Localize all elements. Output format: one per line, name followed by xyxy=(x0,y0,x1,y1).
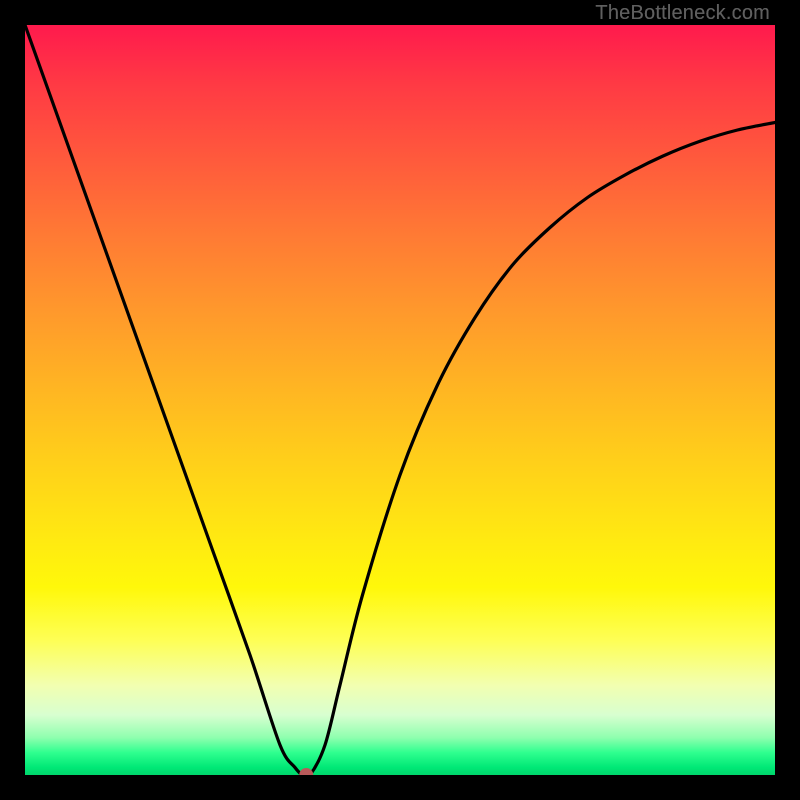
optimal-point-marker xyxy=(299,768,313,775)
chart-svg xyxy=(25,25,775,775)
border-bottom xyxy=(0,775,800,800)
watermark-text-overlay: TheBottleneck.com xyxy=(595,2,770,25)
border-right xyxy=(775,0,800,800)
border-left xyxy=(0,0,25,800)
bottleneck-curve xyxy=(25,25,775,775)
